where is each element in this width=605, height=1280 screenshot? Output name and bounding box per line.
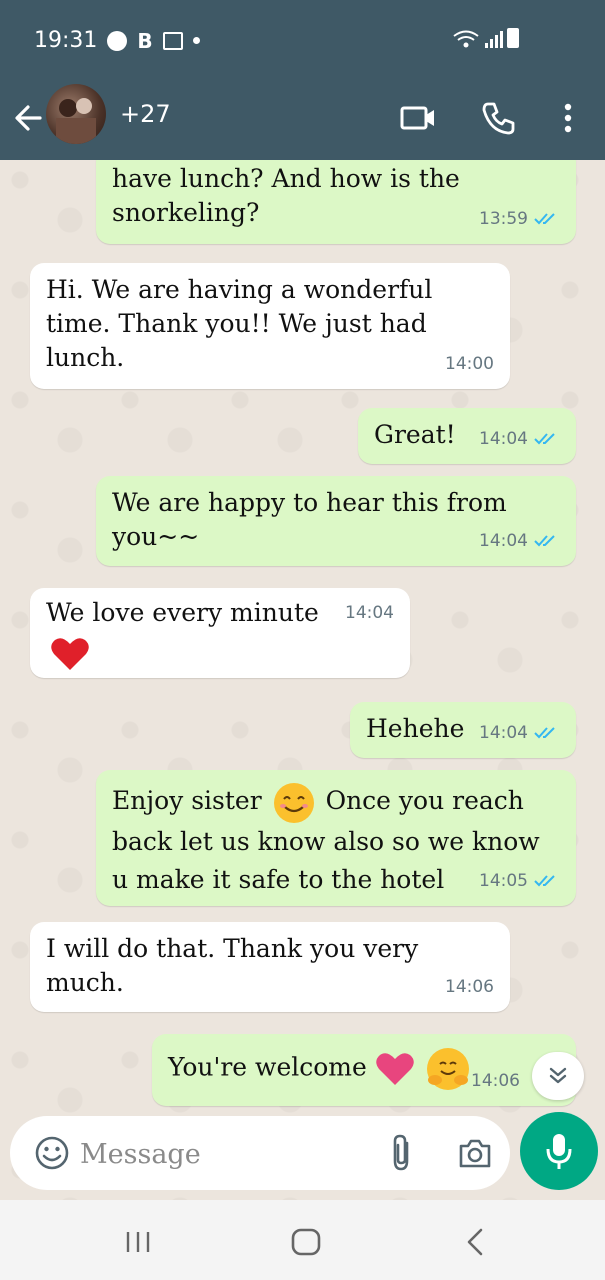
message-meta: 14:04 bbox=[479, 422, 560, 456]
message-meta: 13:59 bbox=[479, 202, 560, 236]
message-outgoing[interactable]: Hehehe 14:04 bbox=[350, 702, 576, 758]
message-time: 13:59 bbox=[479, 209, 528, 229]
message-outgoing[interactable]: Enjoy sister Once you reach back let us … bbox=[96, 770, 576, 906]
message-meta: 14:05 bbox=[479, 864, 560, 898]
message-incoming[interactable]: We love every minute 14:04 bbox=[30, 588, 410, 678]
message-time: 14:05 bbox=[479, 871, 528, 891]
message-meta: 14:04 bbox=[479, 716, 560, 750]
scroll-to-bottom-button[interactable] bbox=[532, 1052, 584, 1100]
emoji-icon[interactable] bbox=[34, 1135, 70, 1171]
message-meta: 14:06 bbox=[471, 1064, 520, 1098]
system-nav-bar bbox=[0, 1200, 605, 1280]
message-text-a: Enjoy sister bbox=[112, 786, 262, 815]
status-bar: 19:31 B bbox=[0, 0, 605, 80]
status-right bbox=[453, 28, 519, 48]
avatar[interactable] bbox=[46, 84, 106, 144]
smiling-face-emoji-icon bbox=[273, 782, 314, 823]
mic-button[interactable] bbox=[520, 1112, 598, 1190]
message-meta: 14:06 bbox=[445, 970, 494, 1004]
read-ticks-icon bbox=[534, 727, 555, 739]
more-vertical-icon[interactable] bbox=[548, 98, 588, 138]
read-ticks-icon bbox=[534, 213, 555, 225]
message-time: 14:06 bbox=[471, 1071, 520, 1091]
message-outgoing[interactable]: have lunch? And how is the snorkeling? 1… bbox=[96, 160, 576, 244]
message-composer bbox=[10, 1116, 510, 1190]
recents-icon[interactable] bbox=[118, 1222, 158, 1262]
mic-icon bbox=[546, 1134, 572, 1169]
notification-icon bbox=[107, 30, 128, 51]
message-text: Hi. We are having a wonderful time. Than… bbox=[46, 275, 433, 372]
signal-icon bbox=[485, 30, 503, 48]
video-call-icon[interactable] bbox=[398, 98, 438, 138]
message-meta: 14:04 bbox=[345, 596, 394, 630]
message-text: We love every minute bbox=[46, 598, 319, 627]
message-text-welcome: You're welcome bbox=[168, 1052, 367, 1082]
message-text: I will do that. Thank you very much. bbox=[46, 934, 419, 997]
gallery-notification-icon bbox=[162, 31, 183, 50]
avatar-image bbox=[56, 98, 96, 144]
wifi-icon bbox=[453, 30, 479, 48]
message-outgoing[interactable]: You're welcome 14:06 bbox=[152, 1034, 576, 1106]
back-icon[interactable] bbox=[456, 1222, 496, 1262]
message-time: 14:04 bbox=[479, 429, 528, 449]
message-time: 14:04 bbox=[345, 603, 394, 623]
message-meta: 14:04 bbox=[479, 524, 560, 558]
message-outgoing[interactable]: Great! 14:04 bbox=[358, 408, 576, 464]
message-time: 14:06 bbox=[445, 977, 494, 997]
hugging-face-emoji-icon bbox=[426, 1048, 469, 1090]
read-ticks-icon bbox=[534, 875, 555, 887]
b-notification-icon: B bbox=[137, 28, 153, 53]
back-arrow-icon[interactable] bbox=[10, 98, 50, 138]
message-incoming[interactable]: Hi. We are having a wonderful time. Than… bbox=[30, 263, 510, 389]
phone-icon[interactable] bbox=[478, 98, 518, 138]
double-chevron-down-icon bbox=[549, 1067, 567, 1084]
message-time: 14:04 bbox=[479, 723, 528, 743]
battery-icon bbox=[507, 28, 519, 48]
attach-icon[interactable] bbox=[387, 1133, 415, 1173]
message-text: We are happy to hear this from you~~ bbox=[112, 488, 507, 551]
message-meta: 14:00 bbox=[445, 347, 494, 381]
message-text: have lunch? And how is the snorkeling? bbox=[112, 164, 460, 227]
message-incoming[interactable]: I will do that. Thank you very much. 14:… bbox=[30, 922, 510, 1012]
pink-heart-emoji-icon bbox=[375, 1053, 414, 1085]
contact-name[interactable]: +27 bbox=[120, 100, 171, 128]
chat-header: +27 bbox=[0, 80, 605, 160]
message-outgoing[interactable]: We are happy to hear this from you~~ 14:… bbox=[96, 476, 576, 566]
status-left: 19:31 B bbox=[34, 28, 200, 53]
chat-area[interactable]: have lunch? And how is the snorkeling? 1… bbox=[0, 160, 605, 1200]
message-input[interactable] bbox=[80, 1136, 370, 1172]
red-heart-emoji-icon bbox=[51, 638, 89, 670]
read-ticks-icon bbox=[534, 433, 555, 445]
message-time: 14:04 bbox=[479, 531, 528, 551]
more-notifications-dot-icon bbox=[192, 37, 200, 44]
message-time: 14:00 bbox=[445, 354, 494, 374]
read-ticks-icon bbox=[534, 535, 555, 547]
camera-icon[interactable] bbox=[457, 1136, 493, 1170]
status-time: 19:31 bbox=[34, 28, 98, 53]
home-icon[interactable] bbox=[286, 1222, 326, 1262]
